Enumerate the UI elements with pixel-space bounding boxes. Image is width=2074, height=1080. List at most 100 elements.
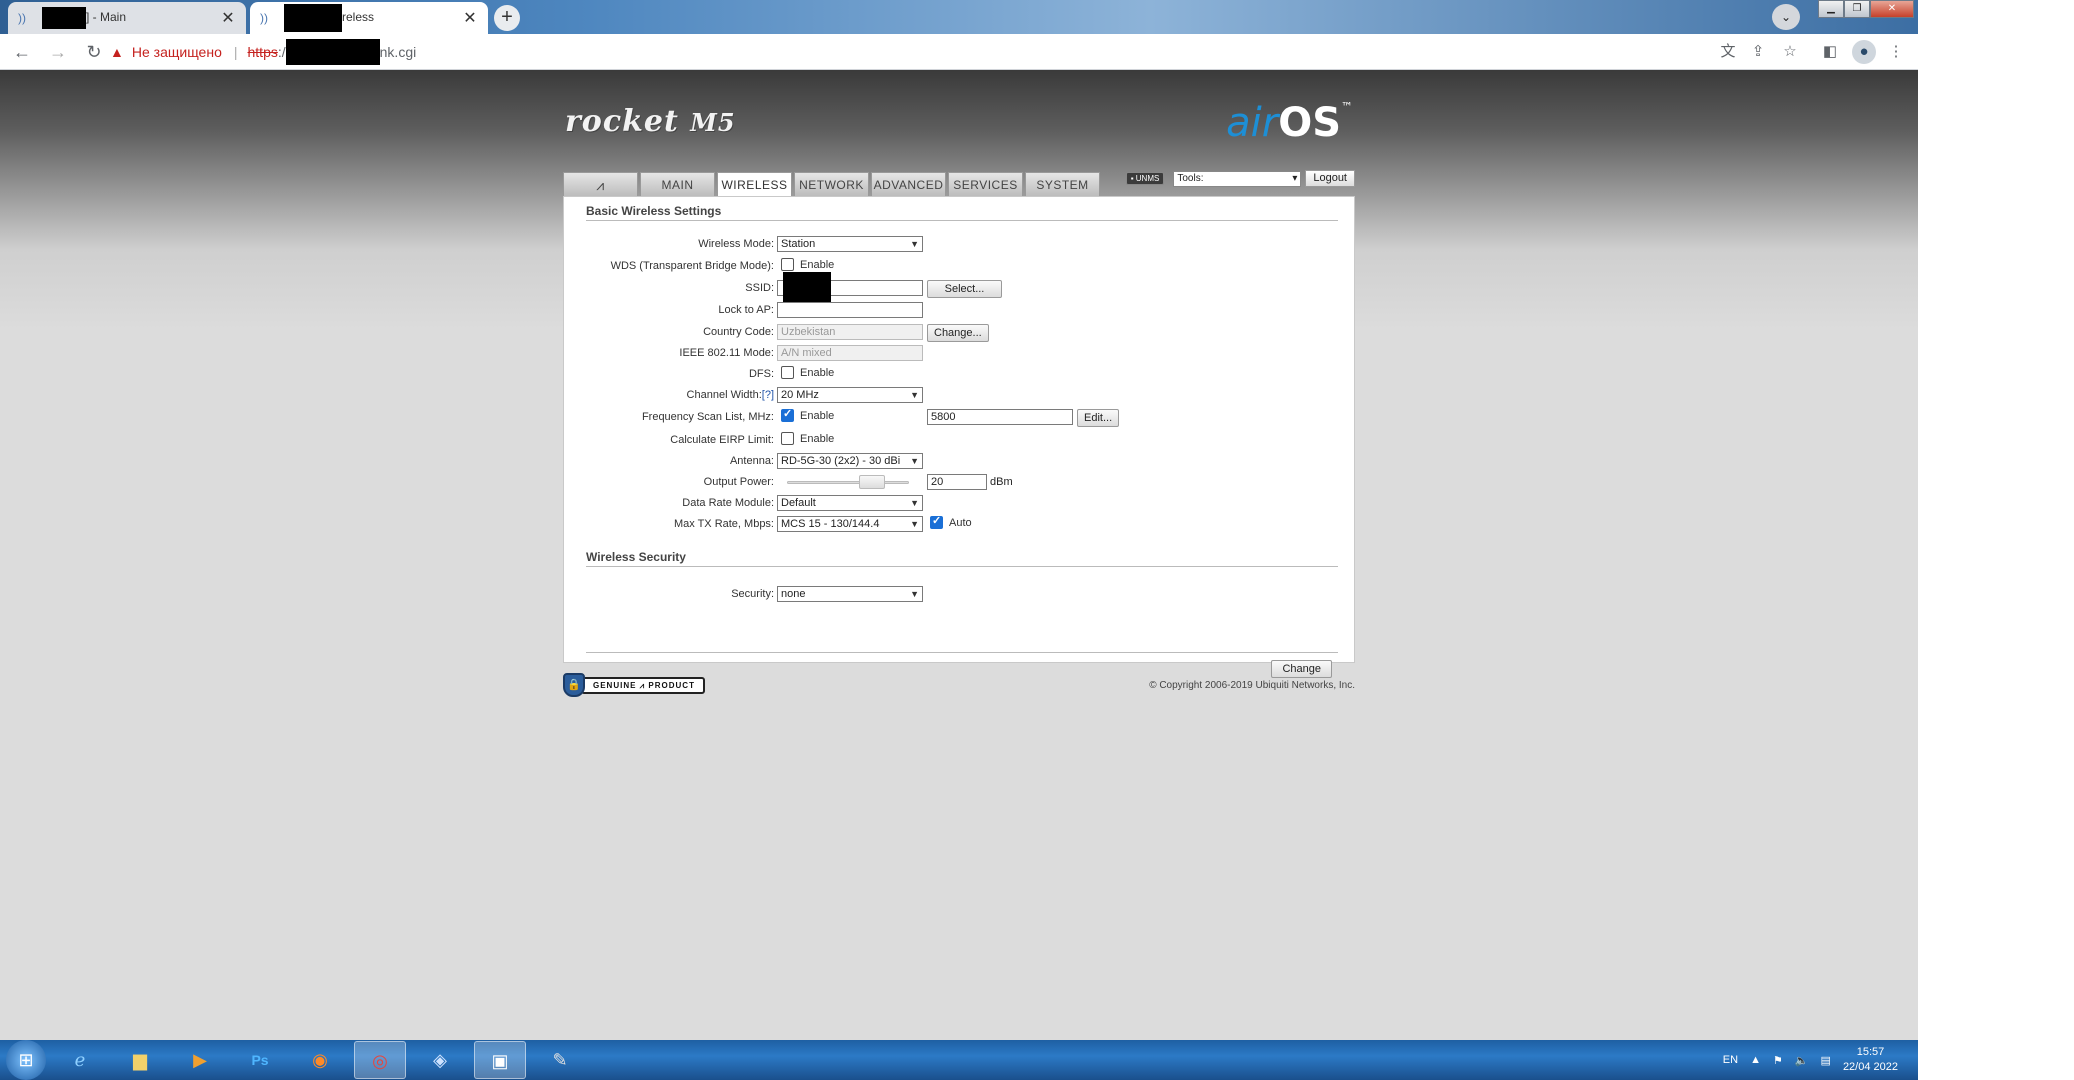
back-arrow-icon[interactable]: ←: [8, 38, 36, 66]
tab-main[interactable]: MAIN: [640, 172, 715, 196]
paint-icon[interactable]: ✎: [534, 1041, 586, 1079]
browser-tab-main[interactable]: )) ] - Main ✕: [8, 2, 246, 34]
volume-muted-icon[interactable]: 🔈: [1795, 1054, 1809, 1067]
row-data-rate: Data Rate Module: Default ▼: [564, 495, 1356, 513]
channel-width-label: Channel Width:[?]: [686, 389, 774, 401]
show-hidden-icons-icon[interactable]: ▲: [1750, 1054, 1761, 1066]
translate-icon[interactable]: 文: [1716, 40, 1740, 64]
data-rate-select[interactable]: Default ▼: [777, 495, 923, 511]
start-button-windows-icon[interactable]: ⊞: [6, 1040, 46, 1080]
tab-search-chevron-icon[interactable]: ⌄: [1772, 4, 1800, 30]
ssid-select-button[interactable]: Select...: [927, 280, 1002, 298]
genuine-product-badge: 🔒 GENUINE ⩘ PRODUCT: [563, 673, 705, 697]
wds-checkbox[interactable]: [781, 258, 794, 271]
max-tx-auto-checkbox[interactable]: [930, 514, 943, 529]
logout-button[interactable]: Logout: [1305, 170, 1355, 187]
chevron-down-icon: ▼: [910, 390, 919, 400]
dfs-label: DFS:: [748, 368, 774, 380]
freq-scan-checkbox[interactable]: [781, 407, 794, 422]
unms-button[interactable]: ▪ UNMS: [1125, 172, 1165, 185]
header-tools: ▪ UNMS Tools: ▾ Logout: [1125, 170, 1355, 187]
tab-title: reless: [284, 4, 462, 32]
window-app-icon[interactable]: ▣: [474, 1041, 526, 1079]
virtualbox-icon[interactable]: ◈: [414, 1041, 466, 1079]
chevron-down-icon: ▼: [910, 239, 919, 249]
not-secure-label: Не защищено: [131, 44, 222, 60]
change-button[interactable]: Change: [1271, 660, 1332, 678]
help-link[interactable]: [?]: [762, 389, 774, 401]
output-power-slider[interactable]: [777, 474, 923, 492]
row-lock-ap: Lock to AP:: [564, 302, 1356, 320]
minimize-icon[interactable]: ▁: [1818, 0, 1844, 18]
window-close-icon[interactable]: ✕: [1870, 0, 1914, 18]
row-dfs: DFS: Enable: [564, 366, 1356, 384]
eirp-checkbox[interactable]: [781, 432, 794, 445]
browser-tab-wireless[interactable]: )) reless ✕: [250, 2, 488, 34]
dfs-enable-label: Enable: [800, 366, 835, 379]
file-explorer-folder-icon[interactable]: ▆: [114, 1041, 166, 1079]
network-icon[interactable]: ▤: [1821, 1054, 1831, 1067]
language-indicator[interactable]: EN: [1723, 1054, 1738, 1066]
action-center-flag-icon[interactable]: ⚑: [1773, 1054, 1783, 1067]
media-player-icon[interactable]: ▶: [174, 1041, 226, 1079]
firefox-icon[interactable]: ◉: [294, 1041, 346, 1079]
airos-logo: airOS™: [1226, 100, 1353, 146]
close-tab-icon[interactable]: ✕: [220, 8, 236, 28]
address-bar[interactable]: ▲ Не защищено | https :/ nk.cgi: [110, 38, 416, 66]
tab-services[interactable]: SERVICES: [948, 172, 1023, 196]
wireless-mode-select[interactable]: Station ▼: [777, 236, 923, 252]
output-power-label: Output Power:: [703, 476, 774, 488]
tab-network[interactable]: NETWORK: [794, 172, 869, 196]
bookmark-star-icon[interactable]: ☆: [1778, 40, 1802, 64]
tab-advanced[interactable]: ADVANCED: [871, 172, 946, 196]
row-ssid: SSID: Select...: [564, 272, 1356, 304]
freq-scan-input[interactable]: 5800: [927, 409, 1073, 425]
tab-ubnt-logo[interactable]: ⩘: [563, 172, 638, 196]
data-rate-label: Data Rate Module:: [682, 497, 774, 509]
tab-wireless[interactable]: WIRELESS: [717, 172, 792, 198]
forward-arrow-icon[interactable]: →: [44, 38, 72, 66]
wds-label: WDS (Transparent Bridge Mode):: [610, 260, 774, 272]
slider-handle[interactable]: [859, 475, 885, 489]
freq-scan-edit-button[interactable]: Edit...: [1077, 409, 1120, 427]
channel-width-select[interactable]: 20 MHz ▼: [777, 387, 923, 403]
max-tx-label: Max TX Rate, Mbps:: [673, 518, 774, 530]
basic-settings-title: Basic Wireless Settings: [586, 204, 722, 218]
close-tab-icon[interactable]: ✕: [462, 8, 478, 28]
clock[interactable]: 15:57 22/04 2022: [1843, 1045, 1898, 1075]
maximize-icon[interactable]: ❐: [1844, 0, 1870, 18]
max-tx-select[interactable]: MCS 15 - 130/144.4 ▼: [777, 516, 923, 532]
row-wireless-mode: Wireless Mode: Station ▼: [564, 236, 1356, 254]
lock-ap-input[interactable]: [777, 302, 923, 318]
eirp-label: Calculate EIRP Limit:: [670, 434, 774, 446]
divider: [586, 566, 1338, 567]
country-code-field: Uzbekistan: [777, 324, 923, 340]
chrome-icon[interactable]: ◎: [354, 1041, 406, 1079]
menu-kebab-icon[interactable]: ⋮: [1884, 40, 1908, 64]
dfs-checkbox[interactable]: [781, 366, 794, 379]
antenna-select[interactable]: RD-5G-30 (2x2) - 30 dBi ▼: [777, 453, 923, 469]
ssid-label: SSID:: [745, 282, 774, 294]
reload-icon[interactable]: ↻: [80, 38, 108, 66]
new-tab-button[interactable]: +: [494, 5, 520, 31]
row-wds: WDS (Transparent Bridge Mode): Enable: [564, 258, 1356, 276]
country-change-button[interactable]: Change...: [927, 324, 989, 342]
share-icon[interactable]: ⇪: [1746, 40, 1770, 64]
url-slash: :/: [277, 44, 286, 60]
tools-select[interactable]: Tools: ▾: [1173, 170, 1302, 187]
settings-panel: Basic Wireless Settings Wireless Mode: S…: [563, 196, 1356, 678]
url-scheme: https: [247, 44, 278, 60]
row-eirp: Calculate EIRP Limit: Enable: [564, 432, 1356, 450]
tab-system[interactable]: SYSTEM: [1025, 172, 1100, 196]
wireless-mode-label: Wireless Mode:: [698, 238, 774, 250]
internet-explorer-icon[interactable]: ℯ: [54, 1041, 106, 1079]
warning-icon: ▲: [110, 44, 124, 60]
side-panel-icon[interactable]: ◧: [1818, 40, 1842, 64]
photoshop-icon[interactable]: Ps: [234, 1041, 286, 1079]
divider: |: [233, 44, 238, 60]
security-label: Security:: [731, 588, 774, 600]
output-power-input[interactable]: 20: [927, 474, 987, 490]
security-select[interactable]: none ▼: [777, 586, 923, 602]
page-viewport: rocket M5 airOS™ ⩘ MAIN WIRELESS NETWORK…: [0, 70, 1918, 1040]
profile-avatar-icon[interactable]: ●: [1852, 40, 1876, 64]
